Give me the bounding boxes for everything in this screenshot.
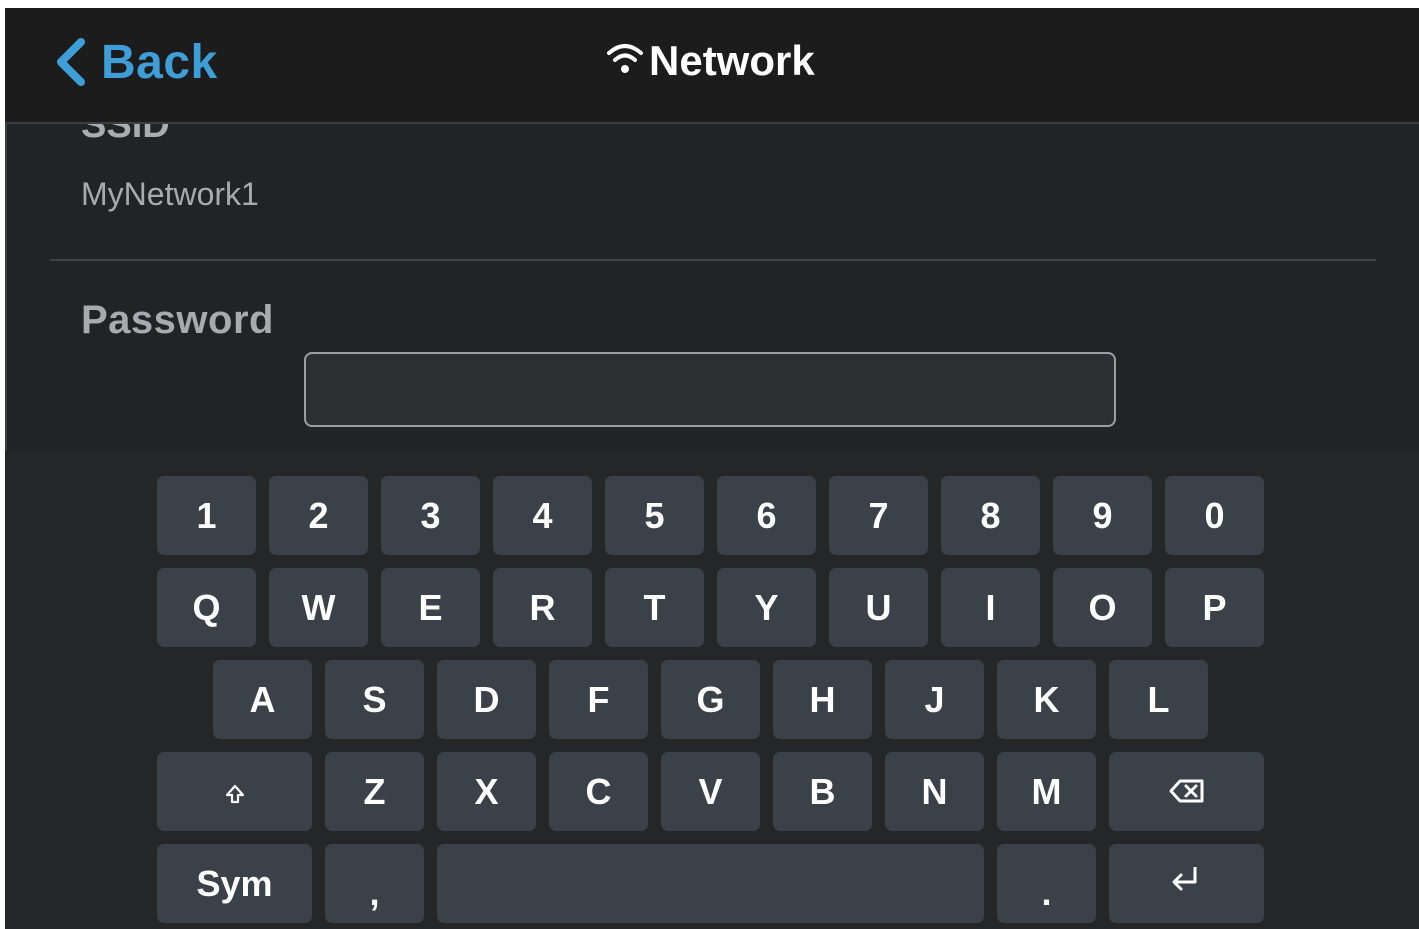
key-w[interactable]: W — [269, 568, 368, 647]
key-0[interactable]: 0 — [1165, 476, 1264, 555]
key-n[interactable]: N — [885, 752, 984, 831]
key-l[interactable]: L — [1109, 660, 1208, 739]
key-q[interactable]: Q — [157, 568, 256, 647]
key-g[interactable]: G — [661, 660, 760, 739]
key-2[interactable]: 2 — [269, 476, 368, 555]
back-label: Back — [101, 35, 218, 89]
key-9[interactable]: 9 — [1053, 476, 1152, 555]
key-x[interactable]: X — [437, 752, 536, 831]
back-button[interactable]: Back — [53, 34, 218, 90]
key-t[interactable]: T — [605, 568, 704, 647]
key-u[interactable]: U — [829, 568, 928, 647]
key-h[interactable]: H — [773, 660, 872, 739]
key-j[interactable]: J — [885, 660, 984, 739]
backspace-icon — [1168, 771, 1206, 813]
on-screen-keyboard: 1 2 3 4 5 6 7 8 9 0 Q W E R T Y U I O P … — [5, 450, 1419, 929]
page-title-label: Network — [649, 37, 815, 84]
password-label: Password — [81, 298, 274, 342]
key-c[interactable]: C — [549, 752, 648, 831]
key-5[interactable]: 5 — [605, 476, 704, 555]
key-p[interactable]: P — [1165, 568, 1264, 647]
key-3[interactable]: 3 — [381, 476, 480, 555]
key-z[interactable]: Z — [325, 752, 424, 831]
key-1[interactable]: 1 — [157, 476, 256, 555]
ssid-value: MyNetwork1 — [81, 176, 259, 212]
key-r[interactable]: R — [493, 568, 592, 647]
space-key[interactable] — [437, 844, 984, 923]
chevron-left-icon — [53, 38, 87, 86]
shift-icon — [225, 771, 245, 813]
key-s[interactable]: S — [325, 660, 424, 739]
key-6[interactable]: 6 — [717, 476, 816, 555]
key-b[interactable]: B — [773, 752, 872, 831]
shift-key[interactable] — [157, 752, 312, 831]
password-input[interactable] — [304, 352, 1116, 427]
divider — [50, 259, 1376, 261]
key-v[interactable]: V — [661, 752, 760, 831]
key-d[interactable]: D — [437, 660, 536, 739]
backspace-key[interactable] — [1109, 752, 1264, 831]
network-screen: Back Network SSID MyNetwork1 Password 1 … — [5, 8, 1419, 929]
key-m[interactable]: M — [997, 752, 1096, 831]
key-i[interactable]: I — [941, 568, 1040, 647]
key-f[interactable]: F — [549, 660, 648, 739]
page-title: Network — [605, 36, 815, 86]
enter-icon — [1169, 863, 1205, 905]
key-y[interactable]: Y — [717, 568, 816, 647]
network-form: SSID MyNetwork1 Password — [5, 122, 1419, 454]
key-k[interactable]: K — [997, 660, 1096, 739]
key-o[interactable]: O — [1053, 568, 1152, 647]
sym-key[interactable]: Sym — [157, 844, 312, 923]
enter-key[interactable] — [1109, 844, 1264, 923]
key-8[interactable]: 8 — [941, 476, 1040, 555]
wifi-icon — [605, 39, 645, 84]
period-key[interactable]: . — [997, 844, 1096, 923]
key-e[interactable]: E — [381, 568, 480, 647]
key-4[interactable]: 4 — [493, 476, 592, 555]
header-bar: Back Network — [5, 8, 1419, 122]
comma-key[interactable]: , — [325, 844, 424, 923]
key-a[interactable]: A — [213, 660, 312, 739]
key-7[interactable]: 7 — [829, 476, 928, 555]
ssid-label: SSID — [81, 122, 170, 146]
